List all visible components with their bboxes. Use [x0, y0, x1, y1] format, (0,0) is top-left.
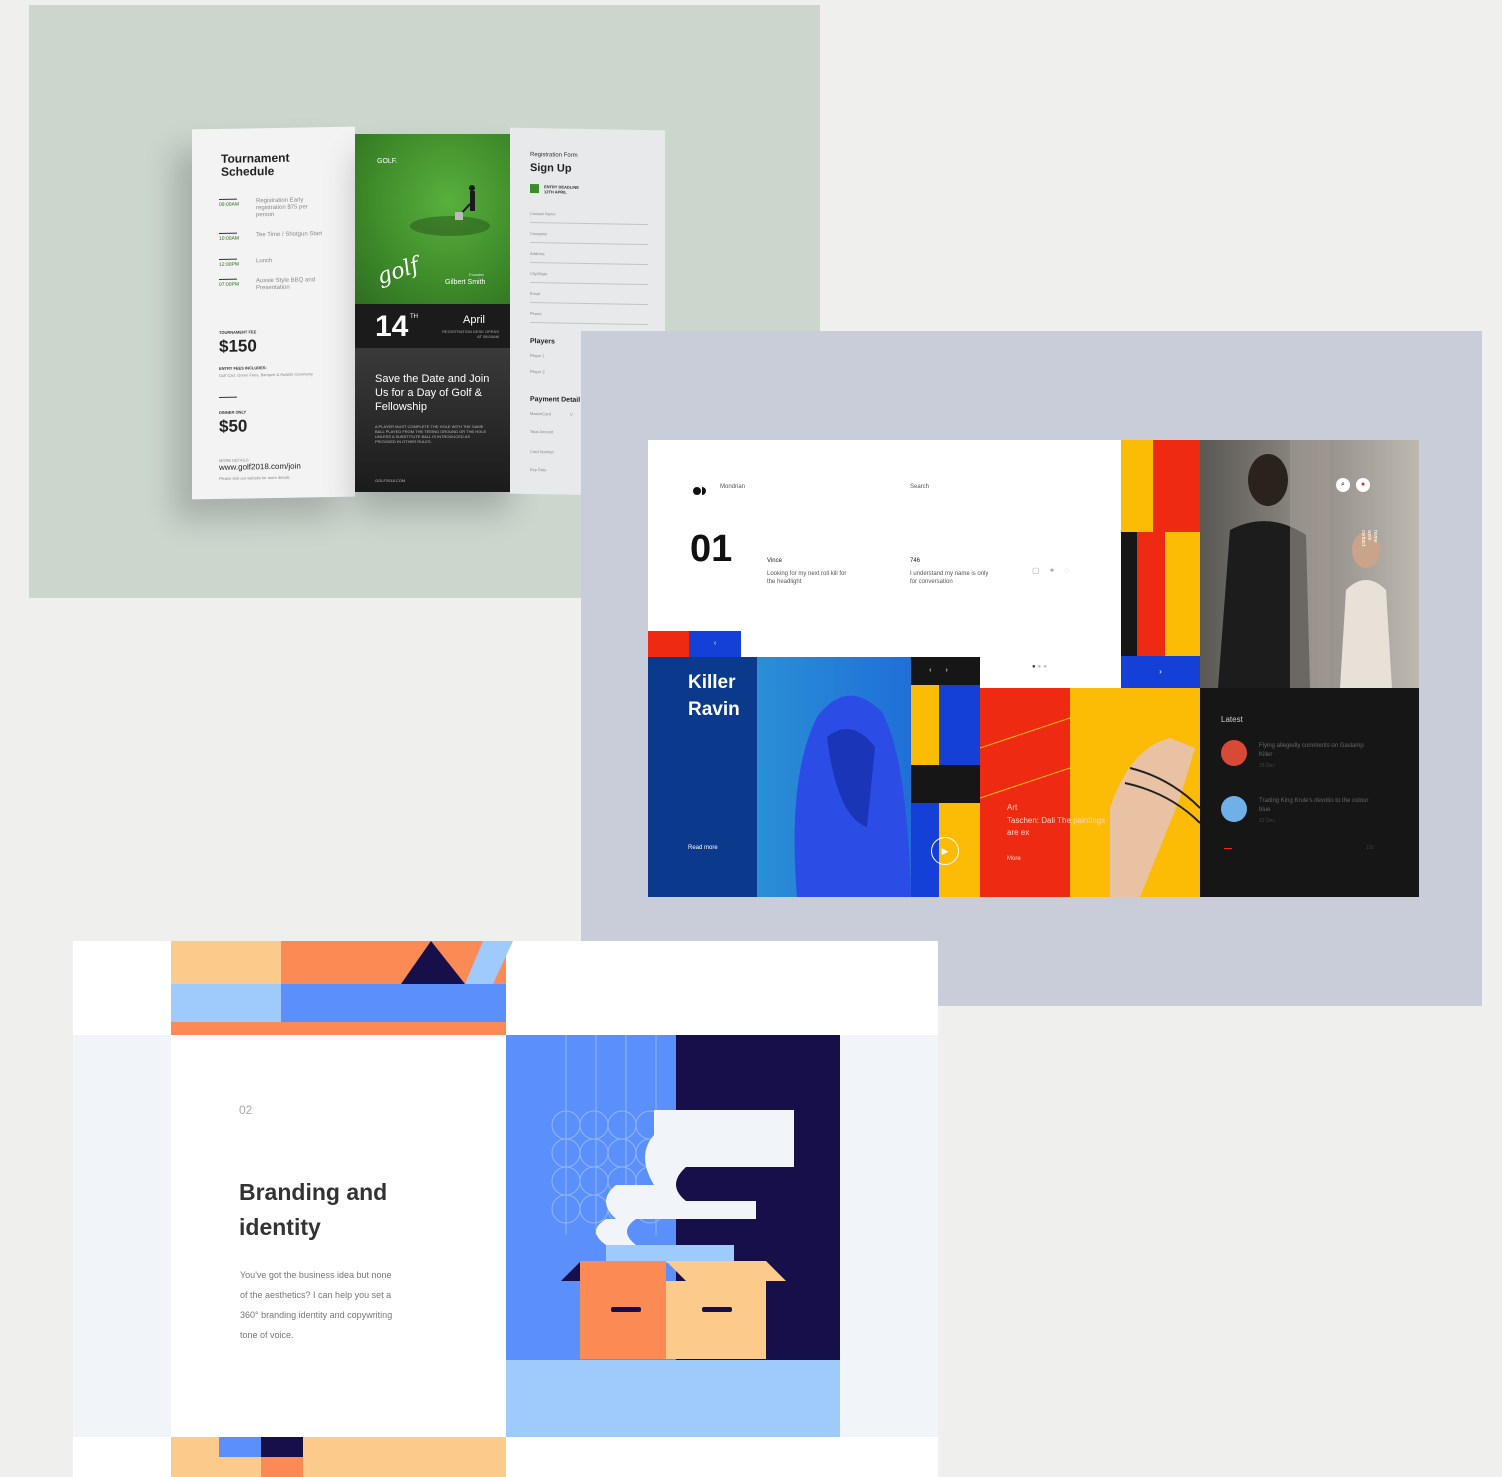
play-button-icon[interactable]: ▶	[931, 837, 959, 865]
payment-field[interactable]: Exp Date	[530, 466, 546, 473]
col2-title: 746	[910, 558, 921, 564]
latest-item-meta: 15 Dec	[1259, 763, 1275, 769]
art-card[interactable]: Art Taschen: Dali The paintings are ex M…	[980, 688, 1105, 897]
latest-item-title[interactable]: Trading King Krule's devotio to the colo…	[1259, 797, 1369, 815]
latest-item-title[interactable]: Flying allegedly comments on Gaslamp Kil…	[1259, 742, 1369, 760]
mondrian-site-card[interactable]: Mondrian Search 01 Vince Looking for my …	[581, 331, 1482, 1006]
entry-text: Golf Cart, Green Fees, Banquet & Awards …	[219, 371, 313, 378]
dinner-label: DINNER ONLY	[219, 409, 247, 415]
big-number: 01	[690, 530, 733, 570]
slider-arrows[interactable]: ‹›	[911, 657, 980, 685]
mondrian-screen: Mondrian Search 01 Vince Looking for my …	[648, 440, 1419, 897]
brochure-url[interactable]: www.golf2018.com/join	[219, 462, 301, 472]
latest-thumb[interactable]	[1221, 796, 1247, 822]
schedule-title: Tournament Schedule	[221, 150, 290, 179]
feature-title: Killer Ravin	[688, 672, 740, 720]
box-illustration	[506, 1035, 840, 1437]
brochure-middle-panel: GOLF. golf Founder Gilbert Smith 14 TH A…	[355, 134, 510, 492]
schedule-item: 09:00AM Registration Early registration …	[219, 197, 308, 219]
rules-text: A PLAYER MUST COMPLETE THE HOLE WITH THE…	[375, 424, 487, 444]
prev-slide-button[interactable]: ‹	[689, 631, 741, 657]
event-day: 14	[375, 310, 409, 343]
form-fields: Contact Name Company Address City/State …	[530, 210, 648, 332]
registration-note: REGISTRATION DESK OPENS AT 08:00AM	[442, 329, 499, 339]
art-kicker: Art	[1007, 803, 1018, 812]
deadline: ENTRY DEADLINE 12TH APRIL	[544, 184, 579, 195]
instagram-icon[interactable]: ▢	[1032, 566, 1049, 575]
location-icon[interactable]: ◌	[1064, 566, 1078, 575]
form-field-phone[interactable]: Phone	[530, 310, 648, 332]
latest-panel: Latest Flying allegedly comments on Gasl…	[1200, 688, 1419, 897]
player-field[interactable]: Player 1	[530, 352, 545, 359]
latest-thumb[interactable]	[1221, 740, 1247, 766]
founder-label: Founder	[469, 272, 484, 277]
section-number: 02	[239, 1103, 253, 1117]
branding-card[interactable]: 02 Branding and identity You've got the …	[73, 941, 938, 1477]
form-field-contact[interactable]: Contact Name	[530, 210, 648, 232]
event-month: April	[463, 314, 486, 326]
user-icon[interactable]: ●	[1356, 478, 1370, 492]
schedule-item: 12:00PM Lunch	[219, 258, 273, 268]
form-field-email[interactable]: Email	[530, 290, 648, 312]
dinner-value: $50	[219, 416, 248, 436]
nav-contact[interactable]: contact	[1360, 530, 1366, 546]
schedule-item: 10:00AM Tee Time / Shotgun Start	[219, 231, 323, 242]
form-field-company[interactable]: Company	[530, 230, 648, 252]
calendar-icon	[530, 183, 539, 194]
form-title: Sign Up	[530, 161, 572, 175]
col1-text: Looking for my next roll kill for the he…	[767, 571, 847, 585]
latest-item-meta: 12 Dec	[1259, 818, 1275, 824]
carousel-dots[interactable]: ●●●	[1032, 664, 1049, 670]
form-field-city[interactable]: City/State	[530, 270, 648, 292]
form-field-address[interactable]: Address	[530, 250, 648, 272]
side-nav[interactable]: home work contact	[1360, 530, 1378, 546]
player-field[interactable]: Player 2	[530, 368, 545, 375]
golf-label: GOLF.	[377, 158, 398, 165]
hand-photo	[1070, 688, 1201, 897]
search-link[interactable]: Search	[910, 483, 929, 491]
section-body: You've got the business idea but none of…	[240, 1270, 393, 1340]
social-icons[interactable]: ▢✦◌	[1032, 566, 1078, 575]
players-title: Players	[530, 337, 555, 346]
fee-label: TOURNAMENT FEE	[219, 329, 257, 335]
col2-text: I understand my name is only for convers…	[910, 571, 989, 585]
laptop-illustration	[401, 941, 513, 984]
latest-title: Latest	[1221, 715, 1243, 724]
event-day-suffix: TH	[410, 314, 418, 320]
payment-option[interactable]: MasterCard	[530, 410, 551, 417]
hooded-figure-photo	[757, 657, 911, 897]
payment-field[interactable]: Card Number	[530, 448, 554, 455]
section-title: Branding and identity	[239, 1179, 388, 1240]
brochure-left-panel: Tournament Schedule 09:00AM Registration…	[192, 126, 355, 500]
fashion-photo: ⌕ ● home work contact	[1200, 440, 1419, 688]
golf-photo: GOLF. golf Founder Gilbert Smith	[355, 134, 510, 304]
schedule-item: 07:00PM Aussie Style BBQ and Presentatio…	[219, 277, 316, 292]
payment-option[interactable]: V	[570, 411, 573, 418]
form-kicker: Registration Form	[530, 151, 578, 159]
search-icon[interactable]: ⌕	[1336, 478, 1350, 492]
pager: 1/3	[1366, 845, 1373, 851]
event-headline: Save the Date and Join Us for a Day of G…	[375, 373, 490, 413]
fee-value: $150	[219, 336, 257, 356]
payment-field[interactable]: Total Amount	[530, 428, 553, 435]
twitter-icon[interactable]: ✦	[1049, 566, 1065, 575]
art-title: Taschen: Dali The paintings are ex	[1007, 816, 1106, 837]
founder-name: Gilbert Smith	[445, 279, 486, 286]
text-panel: 02 Branding and identity You've got the …	[171, 1035, 506, 1437]
footer-url: GOLF2018.COM	[375, 478, 406, 483]
payment-title: Payment Detail	[530, 395, 581, 404]
feature-card[interactable]: Killer Ravin Read more	[648, 657, 757, 897]
progress-indicator	[1224, 848, 1232, 849]
more-link[interactable]: More	[1007, 856, 1021, 862]
col1-title: Vince	[767, 558, 782, 564]
url-subtext: Please visit our website for more detail…	[219, 474, 290, 481]
next-button[interactable]: ›	[1121, 656, 1200, 688]
nav-work[interactable]: work	[1366, 530, 1372, 541]
mondrian-logo-icon	[693, 482, 707, 495]
brand-name: Mondrian	[720, 484, 746, 490]
nav-home[interactable]: home	[1372, 530, 1378, 543]
read-more-link[interactable]: Read more	[688, 845, 718, 851]
